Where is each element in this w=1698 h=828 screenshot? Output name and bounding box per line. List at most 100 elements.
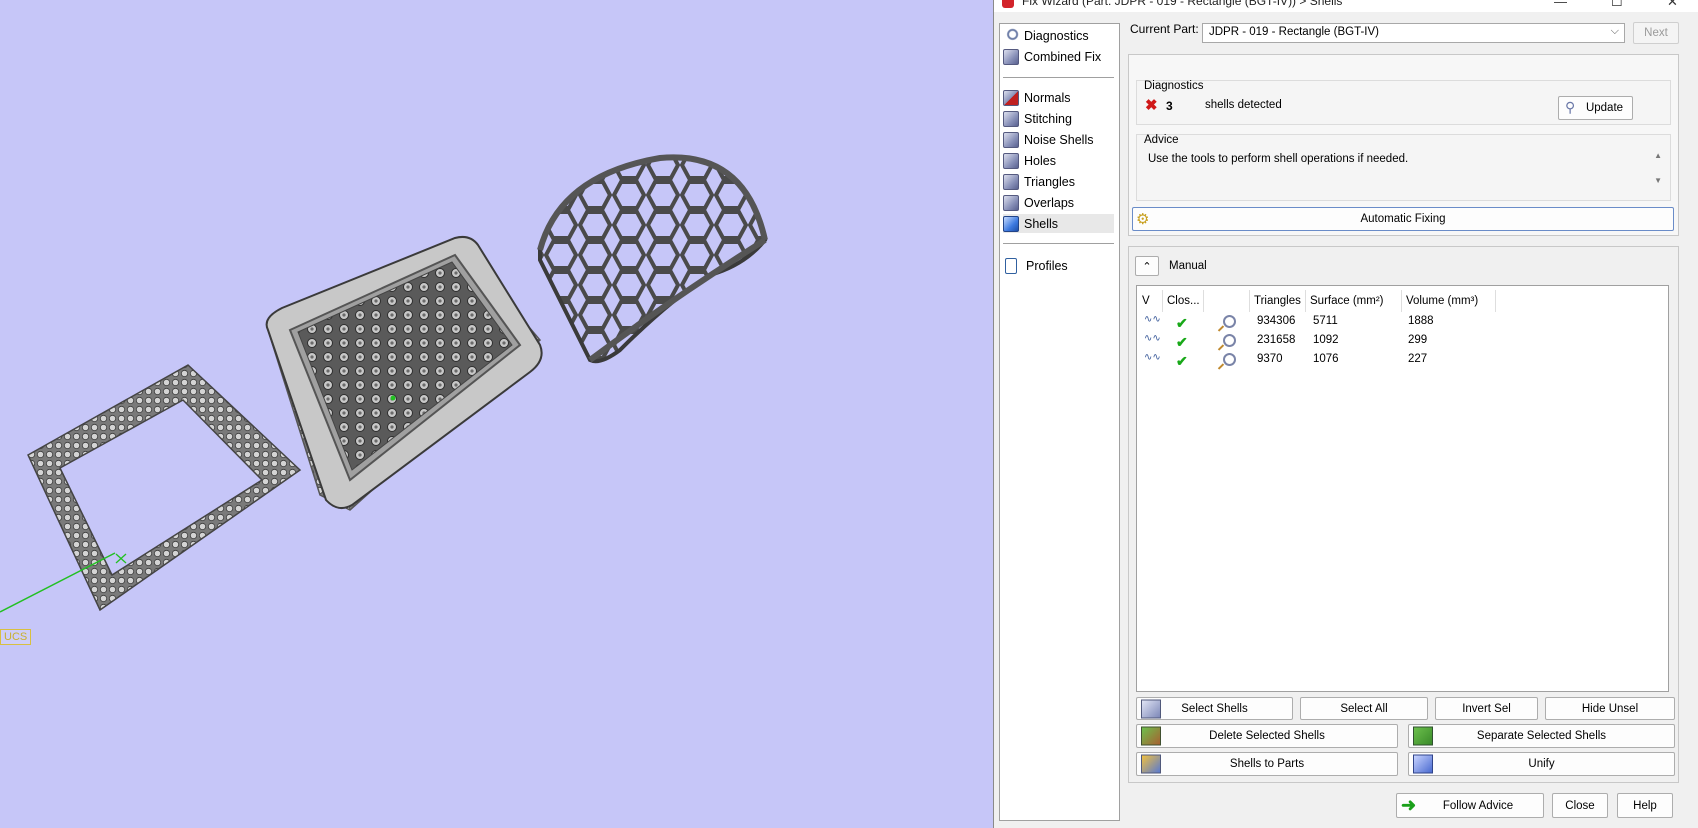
nav-item-diagnostics[interactable]: Diagnostics xyxy=(1003,26,1114,45)
unify-button[interactable]: Unify xyxy=(1408,752,1675,776)
inspect-icon[interactable] xyxy=(1223,353,1236,366)
hide-unselected-button[interactable]: Hide Unsel xyxy=(1545,697,1675,720)
visibility-icon[interactable]: ∿∿ xyxy=(1144,334,1161,344)
wizard-nav: Diagnostics Combined Fix Normals Stitchi… xyxy=(999,23,1120,821)
automatic-fixing-label: Automatic Fixing xyxy=(1360,213,1446,225)
nav-divider xyxy=(1003,243,1114,244)
table-row[interactable]: ∿∿ ✔ 934306 5711 1888 xyxy=(1137,313,1537,332)
column-header-triangles[interactable]: Triangles xyxy=(1250,290,1306,312)
normals-icon xyxy=(1003,89,1019,106)
column-header-surface[interactable]: Surface (mm²) xyxy=(1306,290,1402,312)
delete-selected-shells-button[interactable]: Delete Selected Shells xyxy=(1136,724,1398,748)
column-header-visible[interactable]: V xyxy=(1137,290,1163,312)
delete-selected-label: Delete Selected Shells xyxy=(1209,730,1325,742)
table-row[interactable]: ∿∿ ✔ 231658 1092 299 xyxy=(1137,332,1537,351)
advice-text: Use the tools to perform shell operation… xyxy=(1148,153,1409,165)
diagnostics-box: Diagnostics ✖ 3 shells detected ⚲ Update xyxy=(1136,80,1671,125)
inspect-icon[interactable] xyxy=(1223,315,1236,328)
scroll-down-icon[interactable]: ▼ xyxy=(1654,176,1662,185)
current-part-select[interactable]: JDPR - 019 - Rectangle (BGT-IV) ⌵ xyxy=(1202,23,1625,43)
column-header-volume[interactable]: Volume (mm³) xyxy=(1402,290,1496,312)
follow-advice-button[interactable]: ➜ Follow Advice xyxy=(1396,793,1544,818)
shell-count: 3 xyxy=(1166,99,1173,113)
next-button[interactable]: Next xyxy=(1633,22,1679,44)
minimize-icon[interactable]: — xyxy=(1554,0,1567,9)
nav-item-triangles[interactable]: Triangles xyxy=(1003,172,1114,191)
gears-icon: ⚙ xyxy=(1136,211,1150,228)
collapse-manual-button[interactable]: ⌃ xyxy=(1135,256,1159,276)
nav-item-shells[interactable]: Shells xyxy=(1003,214,1114,233)
separate-selected-label: Separate Selected Shells xyxy=(1476,730,1607,742)
chevron-up-icon: ⌃ xyxy=(1142,260,1152,273)
combined-fix-icon xyxy=(1003,48,1019,65)
maximize-icon[interactable]: ☐ xyxy=(1611,0,1623,10)
nav-item-combined-fix[interactable]: Combined Fix xyxy=(1003,47,1114,66)
current-part-label: Current Part: xyxy=(1130,22,1199,36)
nav-item-normals[interactable]: Normals xyxy=(1003,88,1114,107)
diagnostics-icon xyxy=(1003,27,1019,44)
nav-item-label: Diagnostics xyxy=(1024,28,1089,43)
shells-to-parts-label: Shells to Parts xyxy=(1229,758,1305,770)
app-icon xyxy=(1002,0,1014,8)
current-part-value: JDPR - 019 - Rectangle (BGT-IV) xyxy=(1209,26,1379,38)
update-button[interactable]: ⚲ Update xyxy=(1558,96,1633,120)
bead-frame-model[interactable] xyxy=(27,364,302,612)
manual-label: Manual xyxy=(1169,260,1207,272)
nav-item-holes[interactable]: Holes xyxy=(1003,151,1114,170)
nav-item-profiles[interactable]: Profiles xyxy=(1003,256,1114,275)
close-button[interactable]: Close xyxy=(1552,793,1608,818)
check-icon: ✔ xyxy=(1176,353,1188,369)
scroll-up-icon[interactable]: ▲ xyxy=(1654,151,1662,160)
table-row[interactable]: ∿∿ ✔ 9370 1076 227 xyxy=(1137,351,1537,370)
advice-label: Advice xyxy=(1144,134,1179,146)
stitching-icon xyxy=(1003,110,1019,127)
nav-item-stitching[interactable]: Stitching xyxy=(1003,109,1114,128)
volume-cell: 227 xyxy=(1408,353,1428,365)
volume-cell: 299 xyxy=(1408,334,1428,346)
surface-cell: 1076 xyxy=(1313,353,1339,365)
automatic-fixing-button[interactable]: ⚙ Automatic Fixing xyxy=(1132,207,1674,231)
shells-to-parts-button[interactable]: Shells to Parts xyxy=(1136,752,1398,776)
triangles-icon xyxy=(1003,173,1019,190)
magnifier-icon: ⚲ xyxy=(1565,99,1576,115)
noise-shells-icon xyxy=(1003,131,1019,148)
help-button[interactable]: Help xyxy=(1617,793,1673,818)
window-title: Fix Wizard (Part: JDPR - 019 - Rectangle… xyxy=(1022,0,1343,8)
select-shells-icon xyxy=(1141,699,1161,718)
ring-box-model[interactable] xyxy=(265,235,543,511)
nav-item-overlaps[interactable]: Overlaps xyxy=(1003,193,1114,212)
holes-icon xyxy=(1003,152,1019,169)
volume-cell: 1888 xyxy=(1408,315,1434,327)
separate-shells-icon xyxy=(1413,726,1433,746)
select-shells-label: Select Shells xyxy=(1181,702,1248,715)
ucs-label: UCS xyxy=(0,629,32,645)
close-window-icon[interactable]: ✕ xyxy=(1667,0,1678,10)
error-icon: ✖ xyxy=(1145,97,1158,114)
column-header-closed[interactable]: Clos... xyxy=(1163,290,1204,312)
nav-item-label: Overlaps xyxy=(1024,195,1075,210)
title-bar[interactable]: Fix Wizard (Part: JDPR - 019 - Rectangle… xyxy=(994,0,1698,12)
diagnostics-message: shells detected xyxy=(1205,99,1282,111)
invert-selection-button[interactable]: Invert Sel xyxy=(1435,697,1538,720)
overlaps-icon xyxy=(1003,194,1019,211)
profiles-icon xyxy=(1005,257,1017,274)
visibility-icon[interactable]: ∿∿ xyxy=(1144,353,1161,363)
nav-divider xyxy=(1003,77,1114,78)
select-all-button[interactable]: Select All xyxy=(1300,697,1428,720)
inspect-icon[interactable] xyxy=(1223,334,1236,347)
separate-selected-shells-button[interactable]: Separate Selected Shells xyxy=(1408,724,1675,748)
follow-advice-label: Follow Advice xyxy=(1442,799,1514,812)
nav-item-noise-shells[interactable]: Noise Shells xyxy=(1003,130,1114,149)
shells-table[interactable]: V Clos... Triangles Surface (mm²) Volume… xyxy=(1136,285,1669,692)
nav-item-label: Holes xyxy=(1024,153,1056,168)
column-header-inspect[interactable] xyxy=(1204,290,1250,312)
triangles-cell: 9370 xyxy=(1257,353,1283,365)
triangles-cell: 231658 xyxy=(1257,334,1296,346)
3d-viewport[interactable]: UCS xyxy=(0,0,995,828)
honeycomb-band-model[interactable] xyxy=(537,154,768,364)
diagnostics-group: Diagnostics ✖ 3 shells detected ⚲ Update… xyxy=(1128,54,1679,236)
advice-box: Advice Use the tools to perform shell op… xyxy=(1136,134,1671,201)
check-icon: ✔ xyxy=(1176,315,1188,331)
visibility-icon[interactable]: ∿∿ xyxy=(1144,315,1161,325)
select-shells-button[interactable]: Select Shells xyxy=(1136,697,1293,720)
